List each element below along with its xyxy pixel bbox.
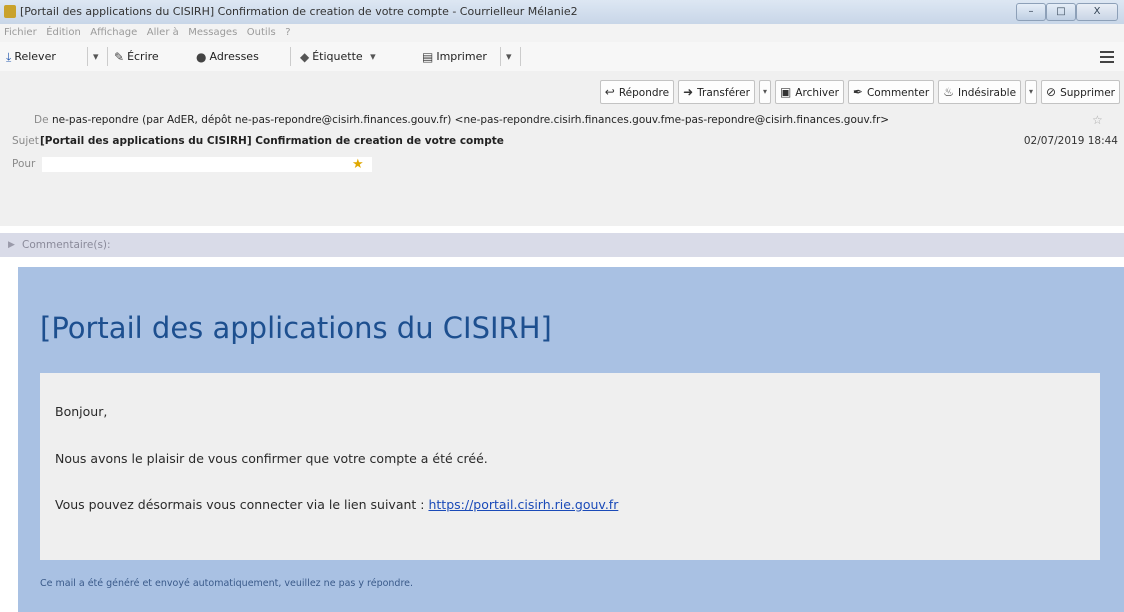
etiquette-dropdown-icon: ▾: [370, 50, 376, 63]
expand-triangle-icon[interactable]: ▶: [8, 233, 15, 257]
body-content-box: Bonjour, Nous avons le plaisir de vous c…: [40, 373, 1100, 560]
ecrire-label: Écrire: [127, 50, 159, 63]
body-title: [Portail des applications du CISIRH]: [40, 311, 552, 345]
junk-dropdown[interactable]: ▾: [1025, 80, 1038, 104]
from-label: De: [34, 114, 49, 126]
reply-button[interactable]: ↩ Répondre: [599, 80, 675, 104]
greeting-text: Bonjour,: [55, 404, 108, 419]
delete-button[interactable]: ⊘ Supprimer: [1041, 80, 1120, 104]
archive-icon: ▣: [779, 85, 792, 99]
junk-icon: ♨: [943, 85, 954, 99]
adresses-button[interactable]: ● Adresses: [196, 48, 259, 65]
menu-aller-a[interactable]: Aller à: [147, 24, 179, 42]
menu-outils[interactable]: Outils: [247, 24, 276, 42]
delete-icon: ⊘: [1046, 85, 1057, 99]
message-actions: ↩ Répondre ➜ Transférer ▾ ▣ Archiver ✒ Comme…: [599, 80, 1120, 104]
connection-text: Vous pouvez désormais vous connecter via…: [55, 497, 618, 512]
archive-button[interactable]: ▣ Archiver: [774, 80, 844, 104]
maximize-button[interactable]: □: [1046, 3, 1076, 21]
minimize-button[interactable]: –: [1016, 3, 1046, 21]
relever-dropdown[interactable]: ▾: [93, 48, 99, 65]
printer-icon: ▤: [422, 49, 434, 64]
toolbar-separator: [87, 47, 88, 66]
tag-icon: ◆: [300, 49, 310, 64]
menu-edition[interactable]: Édition: [46, 24, 81, 42]
quill-icon: ✒: [852, 85, 863, 99]
from-row: De ne-pas-repondre (par AdER, dépôt ne-p…: [0, 110, 1124, 131]
confirmation-text: Nous avons le plaisir de vous confirmer …: [55, 451, 488, 466]
download-icon: ⤓: [6, 49, 12, 64]
forward-dropdown[interactable]: ▾: [758, 80, 771, 104]
toolbar-separator: [290, 47, 291, 66]
window-titlebar: [Portail des applications du CISIRH] Con…: [0, 0, 1124, 25]
adresses-label: Adresses: [209, 50, 259, 63]
menu-messages[interactable]: Messages: [188, 24, 237, 42]
footer-note: Ce mail a été généré et envoyé automatiq…: [40, 578, 414, 589]
star-icon[interactable]: ★: [352, 154, 364, 175]
etiquette-button[interactable]: ◆ Étiquette ▾: [300, 48, 376, 65]
main-toolbar: ⤓ Relever ▾ ✎ Écrire ● Adresses ◆ Étiquette …: [0, 42, 1124, 72]
toolbar-separator: [107, 47, 108, 66]
app-icon: [4, 5, 16, 18]
message-body: [Portail des applications du CISIRH] Bon…: [18, 267, 1124, 612]
to-label: Pour: [12, 158, 36, 170]
subject-row: Sujet [Portail des applications du CISIR…: [0, 131, 1124, 152]
to-field[interactable]: [42, 157, 372, 172]
from-star-icon[interactable]: ☆: [1092, 110, 1103, 131]
window-title: [Portail des applications du CISIRH] Con…: [20, 5, 578, 18]
toolbar-separator: [500, 47, 501, 66]
forward-icon: ➜: [683, 85, 694, 99]
forward-label: Transférer: [697, 87, 750, 99]
address-book-icon: ●: [196, 49, 207, 64]
archive-label: Archiver: [795, 87, 839, 99]
forward-button[interactable]: ➜ Transférer: [678, 80, 755, 104]
toolbar-separator: [520, 47, 521, 66]
menubar: Fichier Édition Affichage Aller à Messag…: [0, 24, 1124, 43]
reply-label: Répondre: [618, 87, 670, 99]
close-button[interactable]: X: [1076, 3, 1118, 21]
comment-label: Commenter: [866, 87, 930, 99]
reply-icon: ↩: [604, 85, 615, 99]
portal-link[interactable]: https://portail.cisirh.rie.gouv.fr: [428, 497, 618, 512]
comments-label: Commentaire(s):: [22, 239, 111, 251]
junk-button[interactable]: ♨ Indésirable: [938, 80, 1022, 104]
junk-label: Indésirable: [957, 87, 1017, 99]
imprimer-dropdown[interactable]: ▾: [506, 48, 512, 65]
ecrire-button[interactable]: ✎ Écrire: [114, 48, 159, 65]
imprimer-label: Imprimer: [436, 50, 487, 63]
menu-fichier[interactable]: Fichier: [4, 24, 37, 42]
connection-prefix: Vous pouvez désormais vous connecter via…: [55, 497, 429, 512]
to-row: Pour ★: [0, 154, 1124, 175]
comment-button[interactable]: ✒ Commenter: [847, 80, 935, 104]
delete-label: Supprimer: [1060, 87, 1115, 99]
pencil-icon: ✎: [114, 49, 125, 64]
hamburger-menu-icon[interactable]: [1100, 51, 1114, 63]
relever-label: Relever: [14, 50, 56, 63]
menu-help[interactable]: ?: [285, 24, 290, 42]
imprimer-button[interactable]: ▤ Imprimer: [422, 48, 487, 65]
relever-button[interactable]: ⤓ Relever: [6, 48, 56, 65]
message-date: 02/07/2019 18:44: [1023, 135, 1118, 147]
subject-value: [Portail des applications du CISIRH] Con…: [40, 135, 504, 147]
etiquette-label: Étiquette: [312, 50, 363, 63]
from-value[interactable]: ne-pas-repondre (par AdER, dépôt ne-pas-…: [52, 110, 889, 131]
menu-affichage[interactable]: Affichage: [90, 24, 137, 42]
comments-row[interactable]: ▶ Commentaire(s):: [0, 233, 1124, 257]
subject-label: Sujet: [12, 135, 39, 147]
